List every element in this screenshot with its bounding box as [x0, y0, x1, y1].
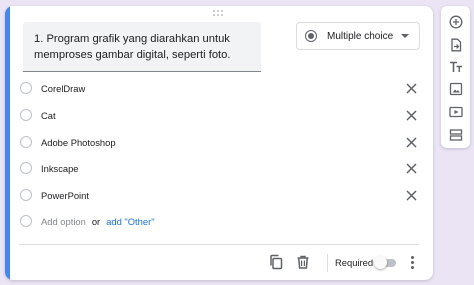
copy-icon: [270, 254, 283, 270]
add-question-icon: [449, 15, 462, 28]
question-title-field[interactable]: 1. Program grafik yang diarahkan untuk m…: [23, 22, 261, 72]
footer-divider: [19, 244, 419, 245]
option-label[interactable]: Adobe Photoshop: [41, 137, 116, 148]
close-icon: [406, 137, 416, 147]
radio-unchecked-icon: [20, 136, 32, 148]
option-row[interactable]: CorelDraw: [20, 78, 420, 98]
radio-unchecked-icon: [20, 189, 32, 201]
option-label[interactable]: Cat: [41, 110, 56, 121]
import-questions-button[interactable]: [447, 36, 464, 53]
more-options-button[interactable]: [406, 254, 418, 270]
question-text: 1. Program grafik yang diarahkan untuk m…: [34, 33, 231, 61]
close-icon: [406, 190, 416, 200]
close-icon: [406, 163, 416, 173]
add-section-button[interactable]: [447, 126, 464, 143]
add-option-button[interactable]: Add option: [41, 216, 86, 227]
drag-handle-icon[interactable]: [213, 10, 227, 18]
add-title-button[interactable]: [447, 58, 464, 75]
add-option-row: Add option or add "Other": [20, 211, 420, 231]
active-card-indicator: [5, 6, 10, 280]
floating-toolbar: [441, 6, 470, 148]
footer-separator: [327, 254, 328, 272]
remove-option-button[interactable]: [404, 135, 418, 149]
radio-unchecked-icon: [20, 109, 32, 121]
remove-option-button[interactable]: [404, 188, 418, 202]
delete-button[interactable]: [295, 254, 311, 270]
question-card[interactable]: 1. Program grafik yang diarahkan untuk m…: [5, 6, 433, 280]
or-text: or: [91, 215, 101, 227]
toggle-knob: [374, 256, 387, 269]
option-row[interactable]: PowerPoint: [20, 185, 420, 205]
radio-checked-icon: [305, 30, 317, 42]
required-toggle[interactable]: [374, 256, 398, 270]
radio-unchecked-icon: [20, 215, 32, 227]
caret-down-icon: [401, 34, 409, 38]
question-type-label: Multiple choice: [327, 30, 394, 42]
add-question-button[interactable]: [447, 13, 464, 30]
add-section-icon: [449, 128, 462, 141]
duplicate-button[interactable]: [268, 254, 284, 270]
trash-icon: [297, 255, 309, 269]
radio-unchecked-icon: [20, 82, 32, 94]
option-label[interactable]: Inkscape: [41, 163, 79, 174]
close-icon: [406, 83, 416, 93]
option-label[interactable]: PowerPoint: [41, 190, 89, 201]
option-row[interactable]: Inkscape: [20, 158, 420, 178]
add-image-icon: [449, 82, 462, 95]
close-icon: [406, 110, 416, 120]
add-video-button[interactable]: [447, 103, 464, 120]
option-label[interactable]: CorelDraw: [41, 83, 85, 94]
radio-unchecked-icon: [20, 162, 32, 174]
import-questions-icon: [450, 38, 461, 51]
add-image-button[interactable]: [447, 80, 464, 97]
question-type-dropdown[interactable]: Multiple choice: [296, 22, 420, 50]
more-vert-icon: [410, 255, 414, 259]
add-other-button[interactable]: add "Other": [106, 216, 154, 227]
add-title-icon: [449, 61, 462, 72]
remove-option-button[interactable]: [404, 81, 418, 95]
option-row[interactable]: Adobe Photoshop: [20, 132, 420, 152]
required-label: Required: [335, 257, 374, 268]
add-video-icon: [448, 106, 463, 117]
remove-option-button[interactable]: [404, 108, 418, 122]
option-row[interactable]: Cat: [20, 105, 420, 125]
remove-option-button[interactable]: [404, 161, 418, 175]
